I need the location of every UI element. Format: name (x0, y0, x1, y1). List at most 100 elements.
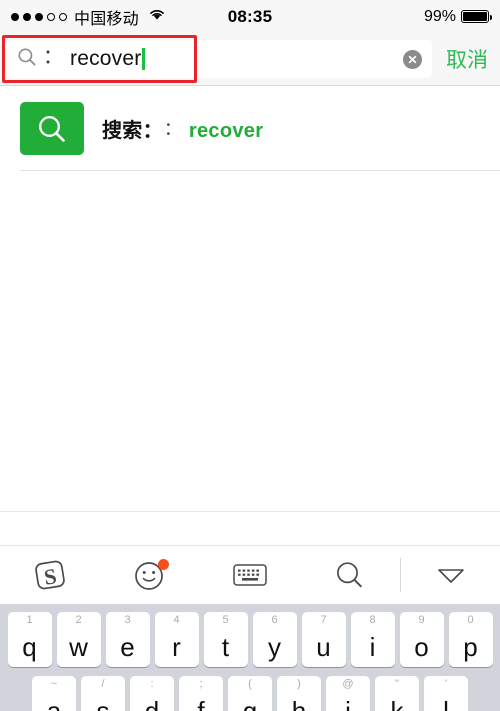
key-main-label: s (96, 696, 110, 711)
key-a[interactable]: ~ a (32, 676, 76, 711)
key-sub-label: 2 (75, 614, 82, 626)
key-sub-label: : (150, 678, 154, 690)
notification-badge (158, 559, 169, 570)
key-j[interactable]: @ j (326, 676, 370, 711)
key-s[interactable]: / s (81, 676, 125, 711)
battery-icon (461, 10, 492, 23)
key-sub-label: ) (297, 678, 301, 690)
key-t[interactable]: 5 t (203, 612, 248, 667)
key-main-label: w (69, 632, 88, 662)
search-prefix: ： (43, 46, 63, 68)
key-l[interactable]: ' l (424, 676, 468, 711)
hide-keyboard-button[interactable] (401, 546, 500, 604)
signal-dot-2 (23, 12, 31, 21)
row-divider (20, 170, 500, 171)
status-bar-right: 99% (423, 7, 492, 26)
key-r[interactable]: 4 r (154, 612, 199, 667)
sogou-logo-button[interactable]: S (0, 546, 100, 604)
key-main-label: i (369, 632, 376, 662)
key-main-label: r (172, 632, 181, 662)
phone-screen: 中国移动 08:35 99% ： recover 取消 搜索： ： recove… (0, 0, 500, 711)
status-bar-left: 中国移动 (11, 5, 166, 29)
key-sub-label: 4 (173, 614, 180, 626)
carrier-label: 中国移动 (74, 10, 139, 28)
keyboard-icon (233, 564, 267, 586)
key-sub-label: / (101, 678, 105, 690)
key-main-label: t (221, 632, 230, 662)
search-bar: ： recover 取消 (0, 33, 500, 86)
key-sub-label: ( (248, 678, 252, 690)
key-sub-label: 5 (222, 614, 229, 626)
key-sub-label: ' (444, 678, 448, 690)
key-h[interactable]: ) h (277, 676, 321, 711)
key-main-label: u (316, 632, 331, 662)
key-main-label: g (242, 696, 258, 711)
key-main-label: f (197, 696, 205, 711)
virtual-keyboard: 1 q 2 w 3 e 4 r 5 t 6 y 7 u 8 i 9 o 0 p … (0, 604, 500, 711)
key-f[interactable]: ; f (179, 676, 223, 711)
battery-fill (463, 12, 487, 21)
key-sub-label: ~ (50, 678, 58, 690)
search-icon (38, 115, 65, 142)
search-icon (337, 562, 362, 588)
search-input[interactable]: ： recover (7, 40, 432, 78)
key-q[interactable]: 1 q (7, 612, 52, 667)
hide-keyboard-icon (438, 569, 464, 583)
key-o[interactable]: 9 o (399, 612, 444, 667)
keyboard-switch-button[interactable] (200, 546, 300, 604)
key-main-label: d (144, 696, 160, 711)
key-y[interactable]: 6 y (252, 612, 297, 667)
wifi-icon (148, 8, 166, 26)
key-main-label: k (390, 696, 404, 711)
key-main-label: l (443, 696, 449, 711)
key-w[interactable]: 2 w (56, 612, 101, 667)
keyboard-search-button[interactable] (300, 546, 400, 604)
signal-dot-4 (47, 12, 55, 21)
key-sub-label: 7 (320, 614, 327, 626)
battery-percent-label: 99% (423, 7, 456, 25)
list-item[interactable]: 搜索： ： recover (0, 86, 500, 171)
key-g[interactable]: ( g (228, 676, 272, 711)
key-main-label: q (22, 632, 37, 662)
sogou-logo-icon: S (35, 560, 65, 590)
key-sub-label: 8 (369, 614, 376, 626)
key-main-label: a (46, 696, 62, 711)
list-bottom-divider (0, 511, 500, 512)
close-icon (408, 55, 417, 64)
search-icon (17, 47, 37, 72)
search-result-icon (20, 102, 84, 155)
key-sub-label: 1 (26, 614, 33, 626)
emoji-button[interactable] (100, 546, 200, 604)
key-main-label: h (291, 696, 307, 711)
clear-search-button[interactable] (403, 50, 422, 69)
key-k[interactable]: " k (375, 676, 419, 711)
key-main-label: y (268, 632, 281, 662)
text-cursor (142, 48, 145, 70)
keyboard-row-1: 1 q 2 w 3 e 4 r 5 t 6 y 7 u 8 i 9 o 0 p (0, 604, 500, 667)
key-p[interactable]: 0 p (448, 612, 493, 667)
signal-dot-5 (59, 12, 67, 21)
key-e[interactable]: 3 e (105, 612, 150, 667)
key-i[interactable]: 8 i (350, 612, 395, 667)
signal-dot-1 (11, 12, 19, 21)
key-sub-label: ; (199, 678, 203, 690)
key-d[interactable]: : d (130, 676, 174, 711)
signal-strength-dots (11, 12, 67, 21)
key-sub-label: 6 (271, 614, 278, 626)
svg-text:S: S (42, 563, 58, 590)
cancel-button[interactable]: 取消 (432, 44, 500, 74)
search-result-label: 搜索： (102, 120, 163, 142)
search-result-text: 搜索： ： recover (102, 114, 263, 143)
key-main-label: j (345, 696, 351, 711)
status-bar: 中国移动 08:35 99% (0, 0, 500, 33)
key-u[interactable]: 7 u (301, 612, 346, 667)
key-sub-label: " (395, 678, 399, 690)
search-field-wrapper: ： recover (7, 40, 432, 78)
key-main-label: o (414, 632, 429, 662)
key-main-label: p (463, 632, 478, 662)
search-result-separator: ： (163, 119, 182, 139)
key-main-label: e (120, 632, 135, 662)
key-sub-label: 3 (124, 614, 131, 626)
search-result-keyword: recover (188, 120, 264, 142)
search-input-value: recover (70, 47, 142, 70)
